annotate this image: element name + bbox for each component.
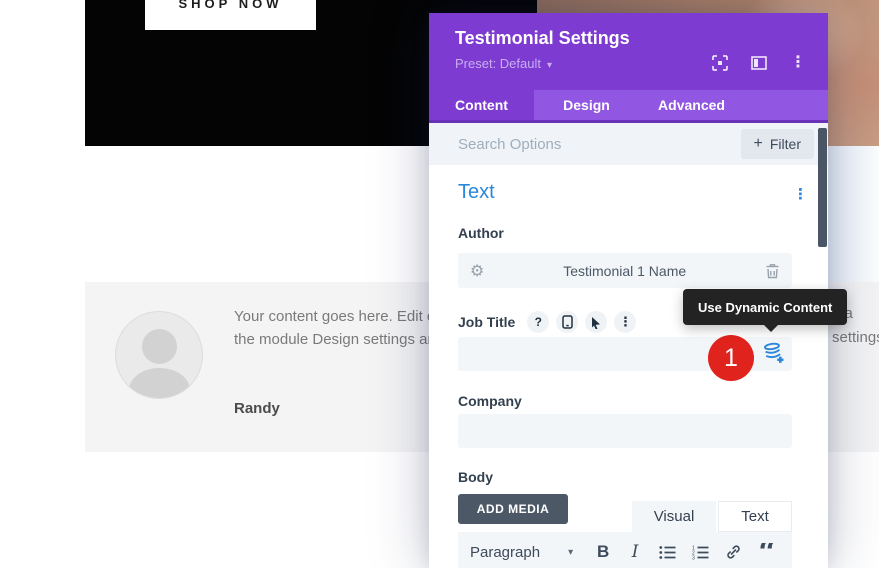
tooltip-text: Use Dynamic Content — [698, 299, 833, 315]
hover-cursor-icon[interactable] — [585, 311, 608, 333]
tab-advanced[interactable]: Advanced — [639, 90, 744, 120]
dynamic-content-tooltip: Use Dynamic Content — [683, 289, 848, 332]
modal-header: Testimonial Settings Preset: Default ▾ ⋮ — [429, 13, 828, 90]
job-title-row: Job Title ? ⋮ — [458, 311, 637, 333]
testimonial-author: Randy — [234, 400, 280, 417]
bold-button[interactable]: B — [595, 542, 611, 562]
author-value: Testimonial 1 Name — [563, 262, 687, 279]
dynamic-content-icon[interactable] — [762, 342, 786, 370]
job-title-label: Job Title — [458, 314, 516, 330]
search-input[interactable] — [458, 135, 658, 153]
link-button[interactable] — [725, 544, 742, 560]
modal-options-icon[interactable]: ⋮ — [790, 35, 806, 90]
italic-button[interactable]: I — [627, 542, 643, 562]
avatar-torso — [129, 368, 190, 398]
preset-dropdown[interactable]: Preset: Default ▾ — [455, 56, 630, 71]
tab-content[interactable]: Content — [429, 90, 534, 120]
screenshot-root: SHOP NOW Your content goes here. Edit o … — [0, 0, 879, 568]
blockquote-button[interactable]: “ — [758, 543, 776, 561]
tab-design[interactable]: Design — [534, 90, 639, 120]
section-options-icon[interactable]: ⋮ — [793, 185, 808, 203]
tooltip-arrow — [763, 324, 779, 332]
avatar-placeholder — [115, 311, 203, 399]
trash-icon[interactable] — [765, 263, 780, 279]
numbered-list-button[interactable]: 1 2 3 — [692, 545, 709, 560]
modal-title: Testimonial Settings — [455, 28, 630, 48]
field-options-icon[interactable]: ⋮ — [614, 311, 637, 333]
caret-down-icon: ▾ — [568, 546, 574, 558]
layout-view-icon[interactable] — [751, 35, 767, 90]
filter-button[interactable]: + Filter — [740, 129, 814, 159]
modal-body: Text ⋮ Author ⚙ Testimonial 1 Name Job T… — [429, 165, 848, 568]
page-background-gradient — [828, 146, 879, 282]
search-options-bar: + Filter — [429, 123, 828, 165]
testimonial-text-right-line2: settings — [832, 329, 879, 346]
section-title: Text — [458, 181, 495, 203]
author-field[interactable]: ⚙ Testimonial 1 Name — [458, 253, 792, 288]
help-icon[interactable]: ? — [527, 311, 550, 333]
testimonial-text-line2: the module Design settings ar — [234, 331, 433, 348]
avatar-head — [142, 329, 177, 364]
testimonial-settings-modal: Testimonial Settings Preset: Default ▾ ⋮… — [429, 13, 848, 568]
paragraph-label: Paragraph — [470, 543, 541, 561]
modal-header-left: Testimonial Settings Preset: Default ▾ — [455, 28, 630, 90]
modal-scrollbar[interactable] — [818, 128, 827, 247]
editor-tab-visual[interactable]: Visual — [632, 501, 716, 532]
company-label: Company — [458, 393, 522, 409]
author-label: Author — [458, 225, 504, 241]
gear-icon[interactable]: ⚙ — [470, 261, 484, 281]
step-badge: 1 — [708, 335, 754, 381]
modal-header-icons: ⋮ — [712, 35, 806, 90]
preset-label: Preset: Default — [455, 56, 541, 71]
caret-down-icon: ▾ — [547, 60, 553, 71]
filter-label: Filter — [769, 136, 801, 152]
shop-now-label: SHOP NOW — [178, 0, 283, 11]
paragraph-dropdown[interactable]: Paragraph ▾ — [470, 544, 573, 561]
editor-tab-text[interactable]: Text — [718, 501, 792, 532]
modal-tab-bar: Content Design Advanced — [429, 90, 828, 123]
company-input[interactable] — [458, 414, 792, 448]
testimonial-text: Your content goes here. Edit o the modul… — [234, 305, 435, 351]
bullet-list-button[interactable] — [659, 545, 676, 560]
editor-toolbar: Paragraph ▾ B I 1 2 3 — [458, 532, 792, 568]
plus-icon: + — [753, 135, 763, 152]
shop-now-button[interactable]: SHOP NOW — [145, 0, 316, 30]
responsive-phone-icon[interactable] — [556, 311, 579, 333]
expand-modal-icon[interactable] — [712, 35, 728, 90]
body-label: Body — [458, 469, 493, 485]
add-media-button[interactable]: ADD MEDIA — [458, 494, 568, 524]
testimonial-text-line1: Your content goes here. Edit o — [234, 308, 436, 325]
svg-text:3: 3 — [692, 555, 695, 560]
